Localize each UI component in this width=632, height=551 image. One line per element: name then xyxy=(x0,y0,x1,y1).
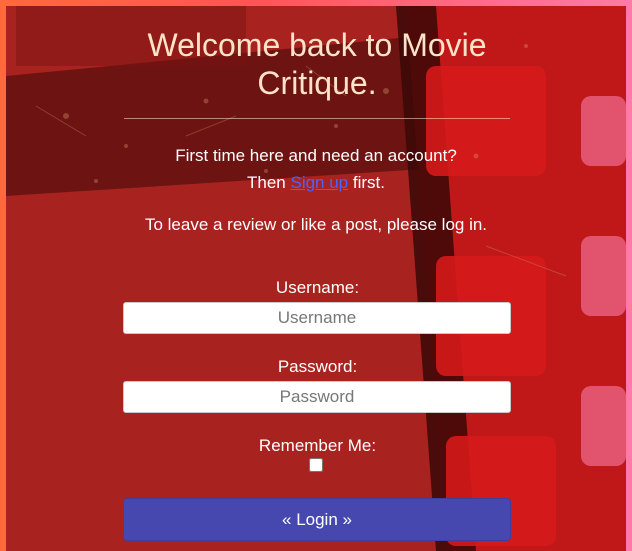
username-label: Username: xyxy=(275,278,360,297)
signup-prompt: First time here and need an account? The… xyxy=(100,142,532,196)
page: Welcome back to Movie Critique. First ti… xyxy=(0,0,632,551)
remember-me-checkbox[interactable] xyxy=(309,458,323,472)
login-button[interactable]: « Login » xyxy=(123,498,511,541)
signup-link[interactable]: Sign up xyxy=(290,173,348,192)
divider xyxy=(124,118,510,119)
remember-me-label: Remember Me: xyxy=(258,436,377,455)
login-panel: Welcome back to Movie Critique. First ti… xyxy=(0,0,632,551)
username-input[interactable] xyxy=(123,302,511,334)
signup-prompt-prefix: Then xyxy=(247,173,286,192)
password-input[interactable] xyxy=(123,381,511,413)
password-label: Password: xyxy=(277,357,358,376)
page-title: Welcome back to Movie Critique. xyxy=(147,27,487,101)
signup-prompt-suffix: first. xyxy=(352,173,385,192)
signup-prompt-line1: First time here and need an account? xyxy=(175,146,457,165)
login-note: To leave a review or like a post, please… xyxy=(144,215,488,234)
